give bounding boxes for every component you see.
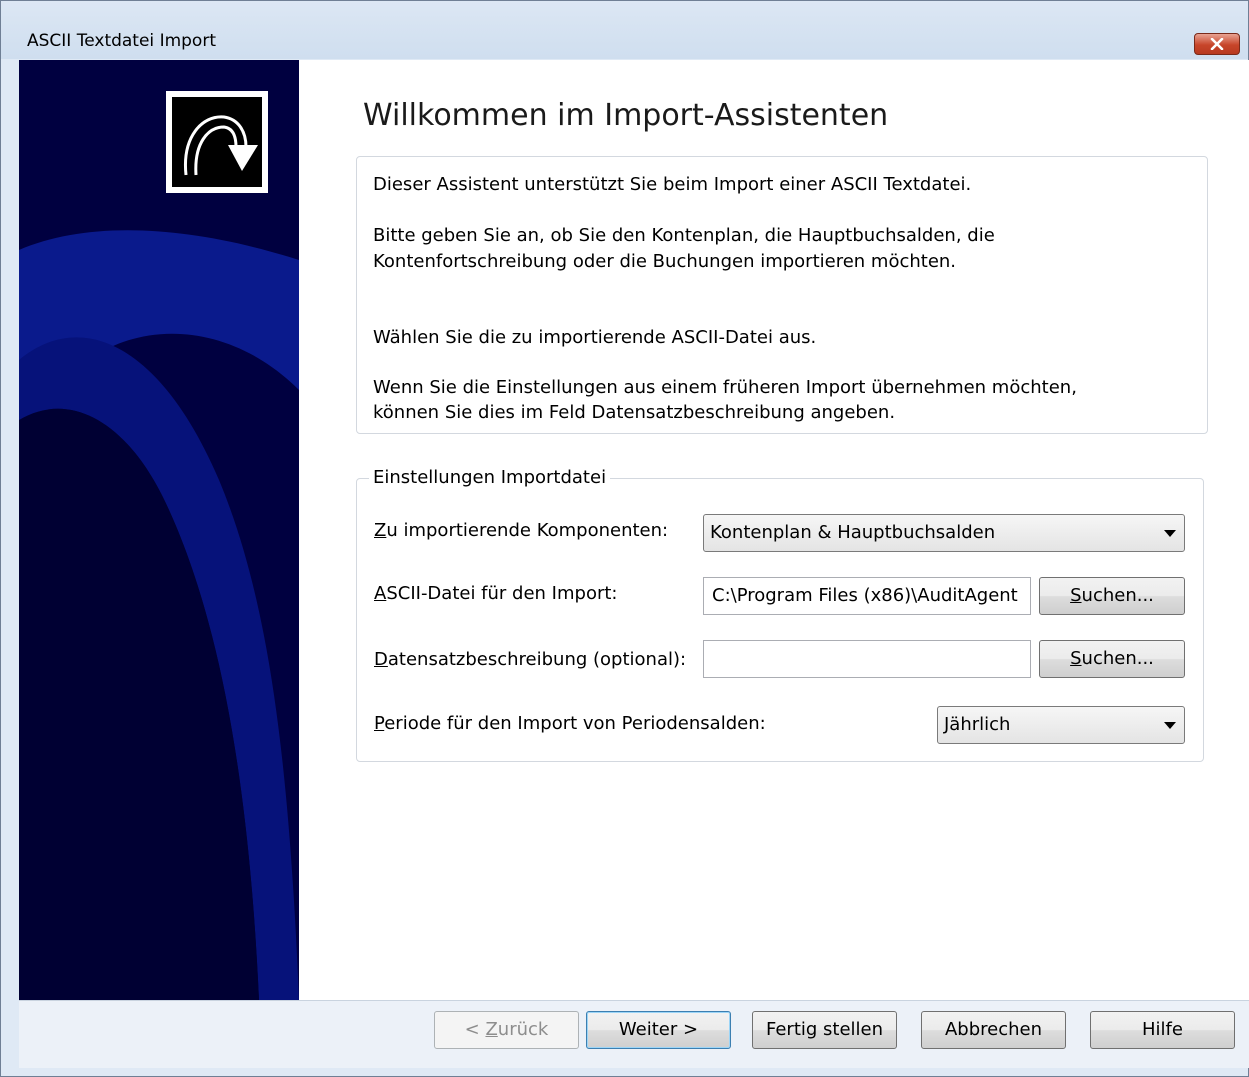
import-wizard-window: ASCII Textdatei Import Willkommen im Imp… — [0, 0, 1249, 1077]
components-label: Zu importierende Komponenten: — [374, 520, 669, 541]
components-select-value: Kontenplan & Hauptbuchsalden — [710, 522, 996, 543]
components-select[interactable]: Kontenplan & Hauptbuchsalden — [703, 514, 1185, 552]
info-line-previous-2: können Sie dies im Feld Datensatzbeschre… — [373, 402, 896, 423]
ascii-file-label: ASCII-Datei für den Import: — [374, 583, 618, 604]
info-line-intro: Dieser Assistent unterstützt Sie beim Im… — [373, 174, 972, 195]
forward-arrow-icon — [183, 115, 258, 176]
close-button[interactable] — [1194, 33, 1240, 55]
period-select[interactable]: Jährlich — [937, 706, 1185, 744]
chevron-down-icon — [1164, 722, 1176, 729]
group-legend: Einstellungen Importdatei — [369, 467, 611, 488]
cancel-button[interactable]: Abbrechen — [921, 1011, 1066, 1049]
next-button[interactable]: Weiter > — [586, 1011, 731, 1049]
info-line-previous-1: Wenn Sie die Einstellungen aus einem frü… — [373, 377, 1077, 398]
chevron-down-icon — [1164, 530, 1176, 537]
browse-ascii-button[interactable]: Suchen... — [1039, 577, 1185, 615]
info-box: Dieser Assistent unterstützt Sie beim Im… — [356, 156, 1208, 434]
import-settings-group: Einstellungen Importdatei Zu importieren… — [356, 467, 1204, 762]
page-title: Willkommen im Import-Assistenten — [363, 98, 889, 133]
sidebar-arc-graphic — [19, 230, 299, 1000]
info-line-select-type-1: Bitte geben Sie an, ob Sie den Kontenpla… — [373, 225, 995, 246]
info-line-select-type-2: Kontenfortschreibung oder die Buchungen … — [373, 251, 957, 272]
record-description-label: Datensatzbeschreibung (optional): — [374, 649, 687, 670]
info-line-select-file: Wählen Sie die zu importierende ASCII-Da… — [373, 327, 817, 348]
help-button[interactable]: Hilfe — [1090, 1011, 1235, 1049]
browse-record-button[interactable]: Suchen... — [1039, 640, 1185, 678]
title-bar[interactable]: ASCII Textdatei Import — [1, 1, 1248, 59]
record-description-input[interactable] — [703, 640, 1031, 678]
window-title: ASCII Textdatei Import — [27, 31, 216, 51]
period-select-value: Jährlich — [944, 714, 1011, 735]
wizard-logo — [166, 91, 268, 193]
wizard-footer: < Zurück Weiter > Fertig stellen Abbrech… — [19, 1000, 1249, 1068]
ascii-file-input[interactable]: C:\Program Files (x86)\AuditAgent — [703, 577, 1031, 615]
back-button[interactable]: < Zurück — [434, 1011, 579, 1049]
period-label: Periode für den Import von Periodensalde… — [374, 713, 766, 734]
close-icon — [1210, 38, 1224, 50]
wizard-sidebar — [19, 60, 299, 1000]
finish-button[interactable]: Fertig stellen — [752, 1011, 897, 1049]
wizard-main-panel: Willkommen im Import-Assistenten Dieser … — [299, 60, 1249, 1000]
wizard-client-area: Willkommen im Import-Assistenten Dieser … — [19, 60, 1249, 1068]
